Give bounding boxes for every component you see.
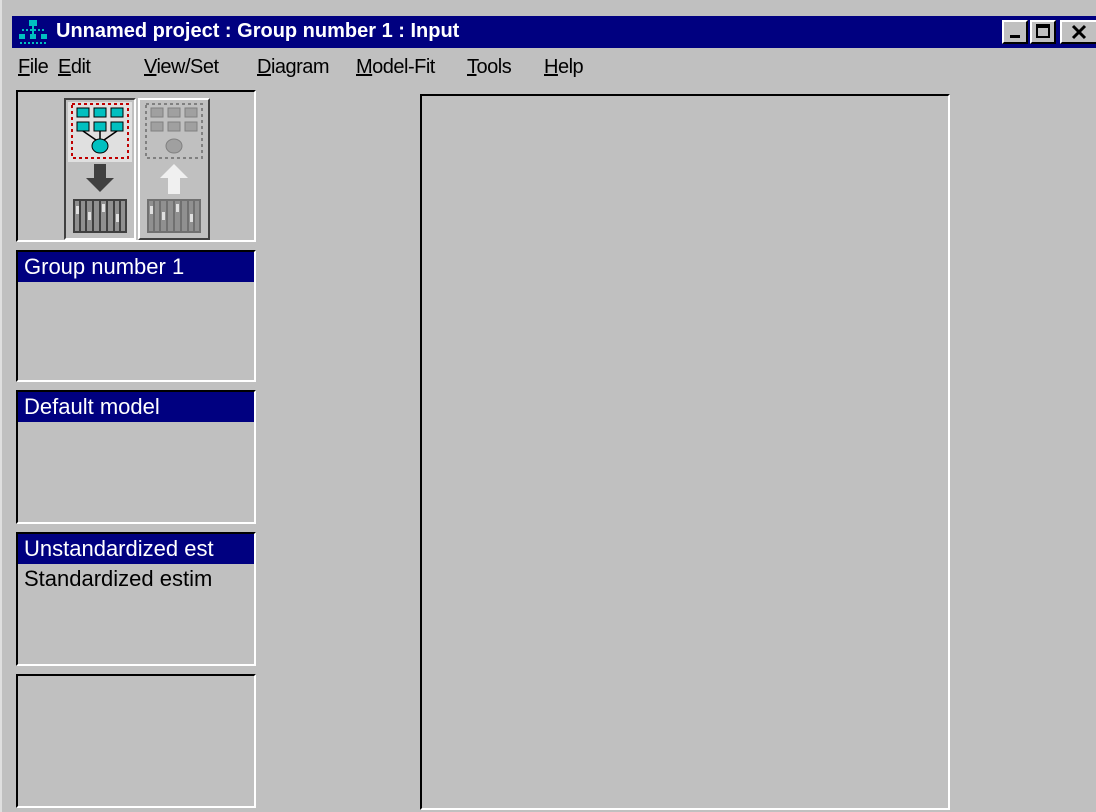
groups-list[interactable]: Group number 1 (16, 250, 256, 382)
app-window: Unnamed project : Group number 1 : Input… (0, 0, 1096, 812)
drawing-area[interactable] (420, 94, 950, 810)
path-diagram-input-icon (68, 102, 132, 236)
minimize-button[interactable] (1002, 20, 1028, 44)
list-item[interactable]: Default model (18, 392, 254, 422)
window-title: Unnamed project : Group number 1 : Input (56, 20, 460, 42)
view-output-path-diagram-button[interactable] (138, 98, 210, 240)
menu-diagram[interactable]: Diagram (257, 56, 330, 79)
menu-help[interactable]: Help (544, 56, 584, 79)
view-input-path-diagram-button[interactable] (64, 98, 136, 240)
close-button[interactable] (1060, 20, 1096, 44)
minimize-icon (1010, 35, 1020, 38)
maximize-icon (1036, 24, 1050, 38)
app-icon (19, 20, 47, 44)
path-diagram-output-icon (145, 103, 203, 233)
list-item[interactable]: Group number 1 (18, 252, 254, 282)
list-item[interactable]: Standardized estim (18, 564, 254, 594)
title-bar[interactable]: Unnamed project : Group number 1 : Input (12, 16, 1096, 48)
estimates-list[interactable]: Unstandardized est Standardized estim (16, 532, 256, 666)
models-list[interactable]: Default model (16, 390, 256, 524)
menu-model-fit[interactable]: Model-Fit (356, 56, 435, 79)
menu-tools[interactable]: Tools (467, 56, 512, 79)
menu-file[interactable]: File (18, 56, 49, 79)
list-item[interactable]: Unstandardized est (18, 534, 254, 564)
menu-view-set[interactable]: View/Set (144, 56, 219, 79)
maximize-button[interactable] (1030, 20, 1056, 44)
close-icon (1071, 24, 1087, 40)
view-toggle-panel (16, 90, 256, 242)
menu-edit[interactable]: Edit (58, 56, 91, 79)
extra-list[interactable] (16, 674, 256, 808)
